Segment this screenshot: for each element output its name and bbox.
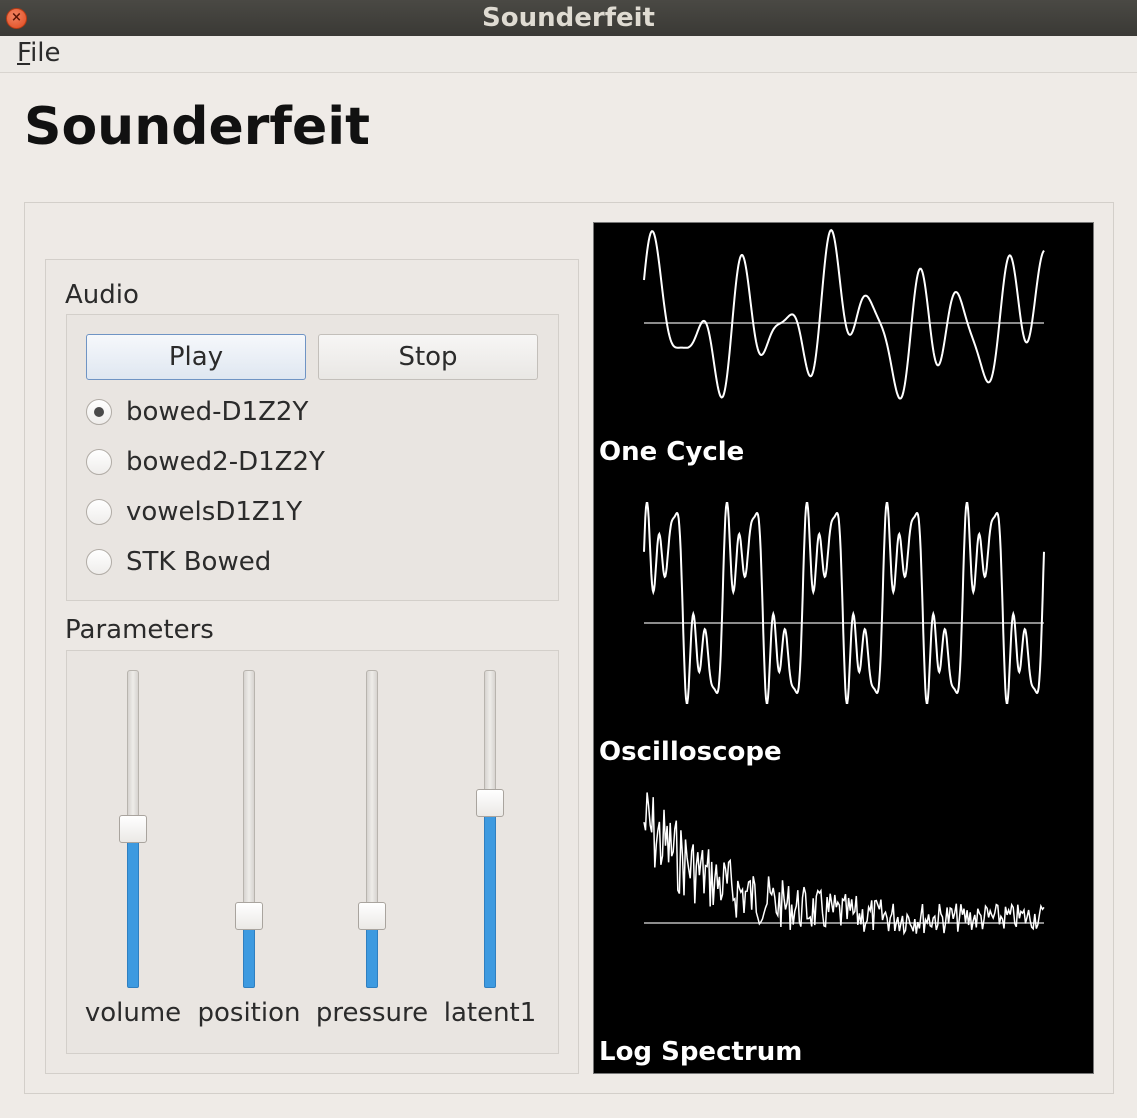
stop-button[interactable]: Stop — [318, 334, 538, 380]
latent1-slider-fill — [484, 802, 496, 988]
position-slider[interactable] — [235, 670, 263, 988]
position-slider-handle[interactable] — [235, 902, 263, 930]
latent1-slider[interactable] — [476, 670, 504, 988]
window-titlebar: × Sounderfeit — [0, 0, 1137, 36]
radio-button[interactable] — [86, 449, 112, 475]
volume-slider-fill — [127, 829, 139, 988]
menu-file-mnemonic: F — [17, 38, 31, 68]
radio-label: STK Bowed — [126, 547, 272, 577]
radio-label: bowed-D1Z2Y — [126, 397, 309, 427]
parameters-section-label: Parameters — [65, 615, 214, 645]
pressure-slider[interactable] — [358, 670, 386, 988]
audio-section-label: Audio — [65, 280, 139, 310]
log-spectrum-plot — [643, 792, 1045, 936]
one-cycle-waveform — [643, 228, 1045, 400]
waveform-canvas — [643, 228, 1045, 936]
radio-button[interactable] — [86, 549, 112, 575]
radio-button-checked[interactable] — [86, 399, 112, 425]
radio-label: bowed2-D1Z2Y — [126, 447, 325, 477]
radio-label: vowelsD1Z1Y — [126, 497, 303, 527]
menu-file[interactable]: File — [17, 38, 61, 68]
page-title: Sounderfeit — [24, 97, 370, 157]
volume-slider-handle[interactable] — [119, 815, 147, 843]
position-label: position — [197, 998, 301, 1028]
close-icon[interactable]: × — [6, 8, 27, 29]
visualization-panel: One Cycle Oscilloscope Log Spectrum — [593, 222, 1094, 1074]
oscilloscope-title: Oscilloscope — [599, 737, 782, 767]
volume-label: volume — [84, 998, 182, 1028]
log-spectrum-title: Log Spectrum — [599, 1037, 803, 1067]
volume-slider[interactable] — [119, 670, 147, 988]
pressure-slider-handle[interactable] — [358, 902, 386, 930]
menubar: File — [0, 36, 1137, 73]
oscilloscope-waveform — [643, 502, 1045, 704]
pressure-label: pressure — [315, 998, 429, 1028]
menu-file-label: ile — [30, 38, 61, 68]
radio-button[interactable] — [86, 499, 112, 525]
play-button[interactable]: Play — [86, 334, 306, 380]
latent1-label: latent1 — [443, 998, 537, 1028]
latent1-slider-handle[interactable] — [476, 788, 504, 817]
one-cycle-title: One Cycle — [599, 437, 745, 467]
window-title: Sounderfeit — [482, 3, 655, 33]
